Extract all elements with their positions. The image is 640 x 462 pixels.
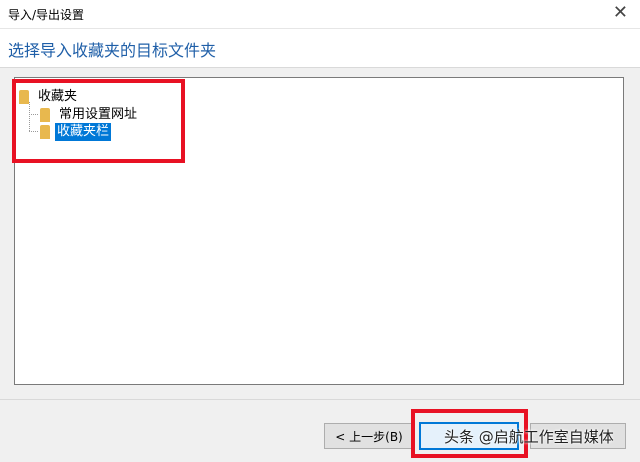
wizard-header: 选择导入收藏夹的目标文件夹: [0, 29, 640, 67]
watermark: 头条 @启航工作室自媒体: [444, 428, 614, 446]
title-bar: 导入/导出设置 ✕: [0, 0, 640, 29]
annotation-highlight-tree: [12, 79, 185, 163]
back-button[interactable]: < 上一步(B): [324, 423, 414, 449]
close-icon[interactable]: ✕: [613, 4, 628, 22]
window-title: 导入/导出设置: [8, 8, 85, 22]
page-title: 选择导入收藏夹的目标文件夹: [8, 41, 217, 60]
import-export-dialog: 导入/导出设置 ✕ 选择导入收藏夹的目标文件夹 收藏夹 常用设置网址 收藏夹栏 …: [0, 0, 640, 462]
